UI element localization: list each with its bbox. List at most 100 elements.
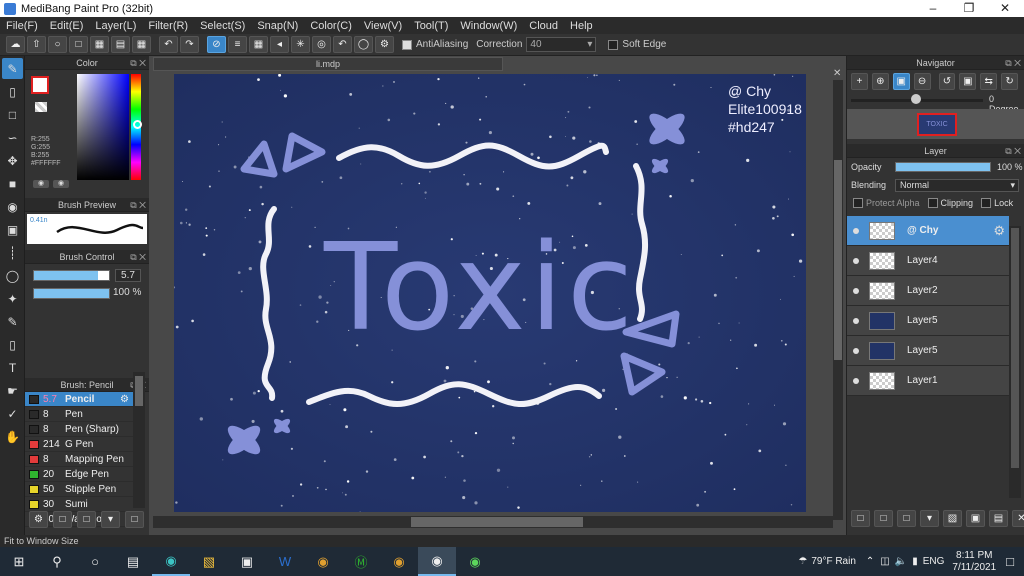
layer-add-menu-icon[interactable]: ▾ [920,510,939,527]
vertical-scrollbar[interactable] [833,80,843,520]
shape-tool-icon[interactable]: ■ [2,173,23,194]
brush-item[interactable]: 20 Edge Pen [25,467,133,482]
rotate-right-icon[interactable]: ↻ [1001,73,1018,90]
menu-item[interactable]: Window(W) [454,20,523,32]
layer-row[interactable]: Layer4 [847,246,1009,276]
word-icon[interactable]: W [266,547,304,576]
curve-tool-icon[interactable]: ∽ [2,127,23,148]
menu-item[interactable]: Select(S) [194,20,251,32]
layer-settings-icon[interactable]: ⚙ [993,223,1005,239]
menu-item[interactable]: Tool(T) [408,20,454,32]
layer-row[interactable]: Layer1 [847,366,1009,396]
layer-row[interactable]: Layer2 [847,276,1009,306]
brush-settings-icon[interactable]: ⚙ [120,394,129,405]
rotate-left-icon[interactable]: ↺ [938,73,956,90]
new-halftone-layer-icon[interactable]: □ [874,510,893,527]
chrome-icon[interactable]: ◉ [304,547,342,576]
file-explorer-icon[interactable]: ▧ [190,547,228,576]
notification-icon[interactable]: □ [1006,554,1014,569]
text-tool-icon[interactable]: T [2,357,23,378]
blending-select[interactable]: Normal ▾ [895,178,1019,192]
comment-icon[interactable]: □ [69,36,88,53]
edge-icon[interactable]: ◉ [152,547,190,576]
upload-icon[interactable]: ⇧ [27,36,46,53]
protect-alpha-checkbox[interactable] [853,198,863,208]
visibility-eye-icon[interactable] [853,257,859,264]
brush-tool-icon[interactable]: ✎ [2,58,23,79]
page-icon[interactable]: ▦ [90,36,109,53]
brush-add-icon[interactable]: ⚙ [29,511,48,528]
brush-size-slider[interactable] [33,270,110,281]
layer-merge-icon[interactable]: ▤ [989,510,1008,527]
brush-item[interactable]: 30 Sumi [25,497,133,512]
cloud-icon[interactable]: ☁ [6,36,25,53]
snap-radial-icon[interactable]: ✳ [291,36,310,53]
clock[interactable]: 8:11 PM 7/11/2021 [952,550,996,574]
cortana-icon[interactable]: ○ [76,547,114,576]
brush-size-value[interactable]: 5.7 [115,269,141,282]
menu-item[interactable]: File(F) [0,20,44,32]
eyedropper-tool-icon[interactable]: ✓ [2,403,23,424]
brush-opacity-slider[interactable] [33,288,110,299]
store-icon[interactable]: ▣ [228,547,266,576]
pages-icon[interactable]: ▤ [111,36,130,53]
app-icon-green[interactable]: ◉ [456,547,494,576]
palette-icon[interactable]: ◉ [53,180,69,188]
zoom-out-icon[interactable]: ⊖ [913,73,931,90]
magic-wand-tool-icon[interactable]: ✦ [2,288,23,309]
menu-item[interactable]: Layer(L) [89,20,142,32]
lock-checkbox[interactable] [981,198,992,208]
menu-item[interactable]: Edit(E) [44,20,90,32]
upwork-icon[interactable]: Ⓜ [342,547,380,576]
hand-tool-icon[interactable]: ✋ [2,426,23,447]
visibility-eye-icon[interactable] [853,317,859,324]
brush-item[interactable]: 8 Pen [25,407,133,422]
medibang-icon[interactable]: ◉ [418,547,456,576]
color-mode-icon[interactable]: ◉ [33,180,49,188]
search-icon[interactable]: ⚲ [38,547,76,576]
close-button[interactable]: ✕ [988,0,1022,17]
chat-icon[interactable]: ○ [48,36,67,53]
layer-delete-icon[interactable]: ✕ [1012,510,1024,527]
flip-icon[interactable]: ⇆ [980,73,998,90]
clipping-checkbox[interactable] [927,198,938,208]
eraser-tool-icon[interactable]: ▯ [2,81,23,102]
layer-opacity-slider[interactable] [895,162,991,172]
antialias-checkbox[interactable] [402,39,412,50]
lasso-tool-icon[interactable]: ◯ [2,265,23,286]
visibility-eye-icon[interactable] [853,377,859,384]
menu-item[interactable]: Filter(R) [142,20,194,32]
menu-item[interactable]: Snap(N) [251,20,304,32]
zoom-in-icon[interactable]: + [851,73,868,90]
brush-copy-icon[interactable]: □ [77,511,96,528]
minimize-button[interactable]: – [916,0,950,17]
select-eraser-tool-icon[interactable]: ▯ [2,334,23,355]
zoom-in-alt-icon[interactable]: ⊕ [871,73,889,90]
redo-icon[interactable]: ↷ [180,36,199,53]
brush-item[interactable]: 8 Mapping Pen [25,452,133,467]
windows-start-icon[interactable]: ⊞ [0,547,38,576]
layer-row[interactable]: Layer5 [847,336,1009,366]
dot-tool-icon[interactable]: □ [2,104,23,125]
brush-menu-icon[interactable]: ▾ [101,511,120,528]
layer-folder-icon[interactable]: ▧ [943,510,962,527]
menu-item[interactable]: Help [564,20,599,32]
gradient-tool-icon[interactable]: ▣ [2,219,23,240]
primary-color-swatch[interactable] [31,76,49,94]
select-pen-tool-icon[interactable]: ✎ [2,311,23,332]
snap-settings-icon[interactable]: ⚙ [375,36,394,53]
menu-item[interactable]: Cloud [523,20,564,32]
layer-scrollbar[interactable] [1009,226,1021,498]
menu-item[interactable]: Color(C) [304,20,358,32]
layer-row[interactable]: Layer5 [847,306,1009,336]
brush-item[interactable]: 214 G Pen [25,437,133,452]
snap-perspective-icon[interactable]: ◂ [270,36,289,53]
brush-list-scrollbar[interactable] [133,372,145,508]
brush-new-icon[interactable]: □ [53,511,72,528]
fit-icon[interactable]: ▣ [892,73,910,90]
undo-icon[interactable]: ↶ [159,36,178,53]
network-icon[interactable]: ◫ [880,556,889,567]
reset-view-icon[interactable]: ▣ [959,73,977,90]
rotation-handle[interactable] [911,94,921,104]
grid-icon[interactable]: ▦ [132,36,151,53]
